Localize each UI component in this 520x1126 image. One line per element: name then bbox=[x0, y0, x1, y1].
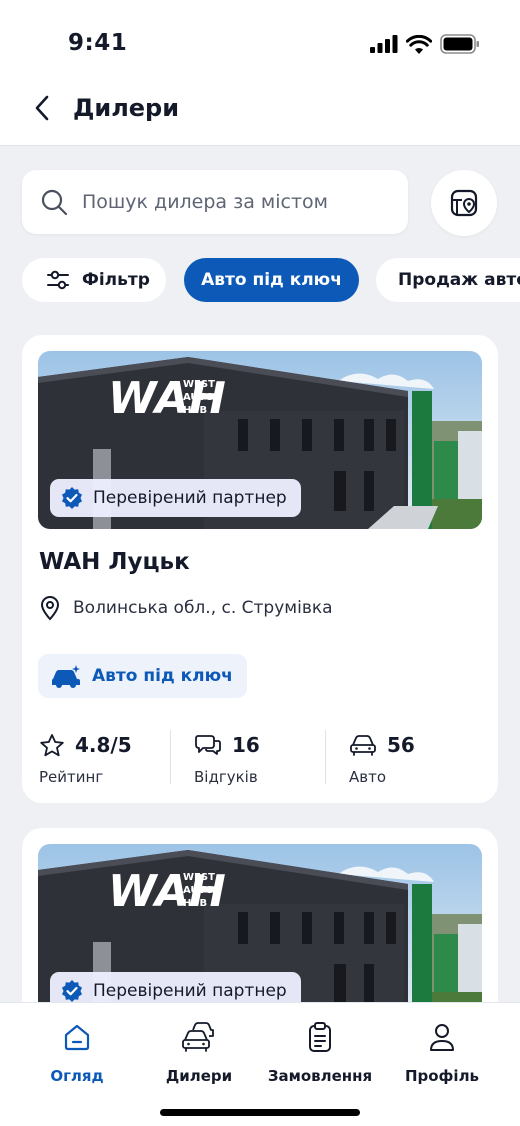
battery-icon bbox=[440, 34, 479, 54]
photo-sign-hub: HUB bbox=[183, 405, 207, 416]
status-icons bbox=[370, 34, 480, 54]
header: Дилери bbox=[0, 70, 520, 146]
cars-label: Авто bbox=[349, 768, 387, 786]
filter-chips-row: Фільтр Авто під ключ Продаж авто bbox=[22, 258, 520, 304]
map-pin-icon bbox=[450, 189, 478, 217]
home-indicator bbox=[160, 1109, 360, 1116]
reviews-label: Відгуків bbox=[194, 768, 258, 786]
stat-reviews[interactable]: 16 Відгуків bbox=[194, 730, 260, 786]
stat-cars: 56 Авто bbox=[349, 730, 415, 786]
car-wash-icon bbox=[52, 665, 80, 688]
dealer-stats: 4.8/5 Рейтинг 16 Відгуків 56 Авто bbox=[22, 730, 498, 786]
chat-bubbles-icon bbox=[195, 735, 221, 755]
tab-profile[interactable]: Профіль bbox=[382, 1019, 502, 1085]
sliders-icon bbox=[47, 270, 69, 290]
photo-sign-hub: HUB bbox=[183, 898, 207, 909]
tab-label: Дилери bbox=[165, 1067, 233, 1085]
verified-label: Перевірений партнер bbox=[93, 488, 287, 508]
dealer-card[interactable]: WAH WEST AUTO HUB Перевірений партнер WA… bbox=[22, 335, 498, 803]
dealer-address: Волинська обл., с. Струмівка bbox=[39, 595, 333, 621]
photo-sign-auto: AUTO bbox=[183, 392, 214, 403]
back-button[interactable] bbox=[26, 92, 58, 124]
profile-icon bbox=[430, 1024, 454, 1051]
photo-sign-auto: AUTO bbox=[183, 885, 214, 896]
tab-label: Профіль bbox=[404, 1067, 480, 1085]
map-view-button[interactable] bbox=[431, 170, 497, 236]
star-icon bbox=[40, 733, 64, 756]
search-placeholder: Пошук дилера за містом bbox=[82, 191, 328, 213]
dealer-photo: WAH WEST AUTO HUB Перевірений партнер bbox=[38, 351, 482, 529]
verified-check-icon bbox=[62, 980, 82, 1002]
orders-clipboard-icon bbox=[309, 1022, 331, 1052]
filter-button[interactable]: Фільтр bbox=[22, 258, 166, 302]
tab-dealers[interactable]: Дилери bbox=[139, 1019, 259, 1085]
tab-overview[interactable]: Огляд bbox=[17, 1019, 137, 1085]
tab-orders[interactable]: Замовлення bbox=[260, 1019, 380, 1085]
photo-sign-west: WEST bbox=[183, 872, 215, 883]
wifi-icon bbox=[406, 34, 432, 54]
page-title: Дилери bbox=[73, 94, 180, 122]
chip-turnkey[interactable]: Авто під ключ bbox=[184, 258, 359, 302]
reviews-value: 16 bbox=[232, 733, 260, 757]
rating-label: Рейтинг bbox=[39, 768, 104, 786]
service-tag-label: Авто під ключ bbox=[92, 666, 233, 686]
stat-rating: 4.8/5 Рейтинг bbox=[39, 730, 132, 786]
verified-badge: Перевірений партнер bbox=[50, 479, 301, 517]
cellular-signal-icon bbox=[370, 35, 398, 53]
search-input[interactable]: Пошук дилера за містом bbox=[22, 170, 408, 234]
address-text: Волинська обл., с. Струмівка bbox=[73, 598, 333, 618]
tab-label: Замовлення bbox=[267, 1067, 373, 1085]
chevron-left-icon bbox=[35, 95, 49, 121]
stats-divider bbox=[325, 730, 326, 784]
verified-check-icon bbox=[62, 487, 82, 509]
verified-label: Перевірений партнер bbox=[93, 981, 287, 1001]
chip-car-sale[interactable]: Продаж авто bbox=[376, 258, 520, 302]
location-pin-icon bbox=[40, 596, 60, 621]
cars-value: 56 bbox=[387, 733, 415, 757]
service-tag: Авто під ключ bbox=[38, 654, 247, 698]
rating-value: 4.8/5 bbox=[75, 733, 132, 757]
tab-label: Огляд bbox=[50, 1067, 104, 1085]
dealer-name: WAH Луцьк bbox=[39, 549, 190, 575]
dealers-cars-icon bbox=[182, 1022, 214, 1052]
home-icon bbox=[64, 1024, 90, 1051]
status-time: 9:41 bbox=[68, 30, 128, 56]
dealer-photo: WAH WEST AUTO HUB Перевірений партнер bbox=[38, 844, 482, 1022]
filter-label: Фільтр bbox=[82, 270, 150, 290]
photo-sign-west: WEST bbox=[183, 379, 215, 390]
stats-divider bbox=[170, 730, 171, 784]
car-icon bbox=[350, 735, 376, 756]
bottom-tab-bar: Огляд Дилери Замовлення Профіль bbox=[0, 1002, 520, 1126]
search-icon bbox=[41, 189, 68, 216]
